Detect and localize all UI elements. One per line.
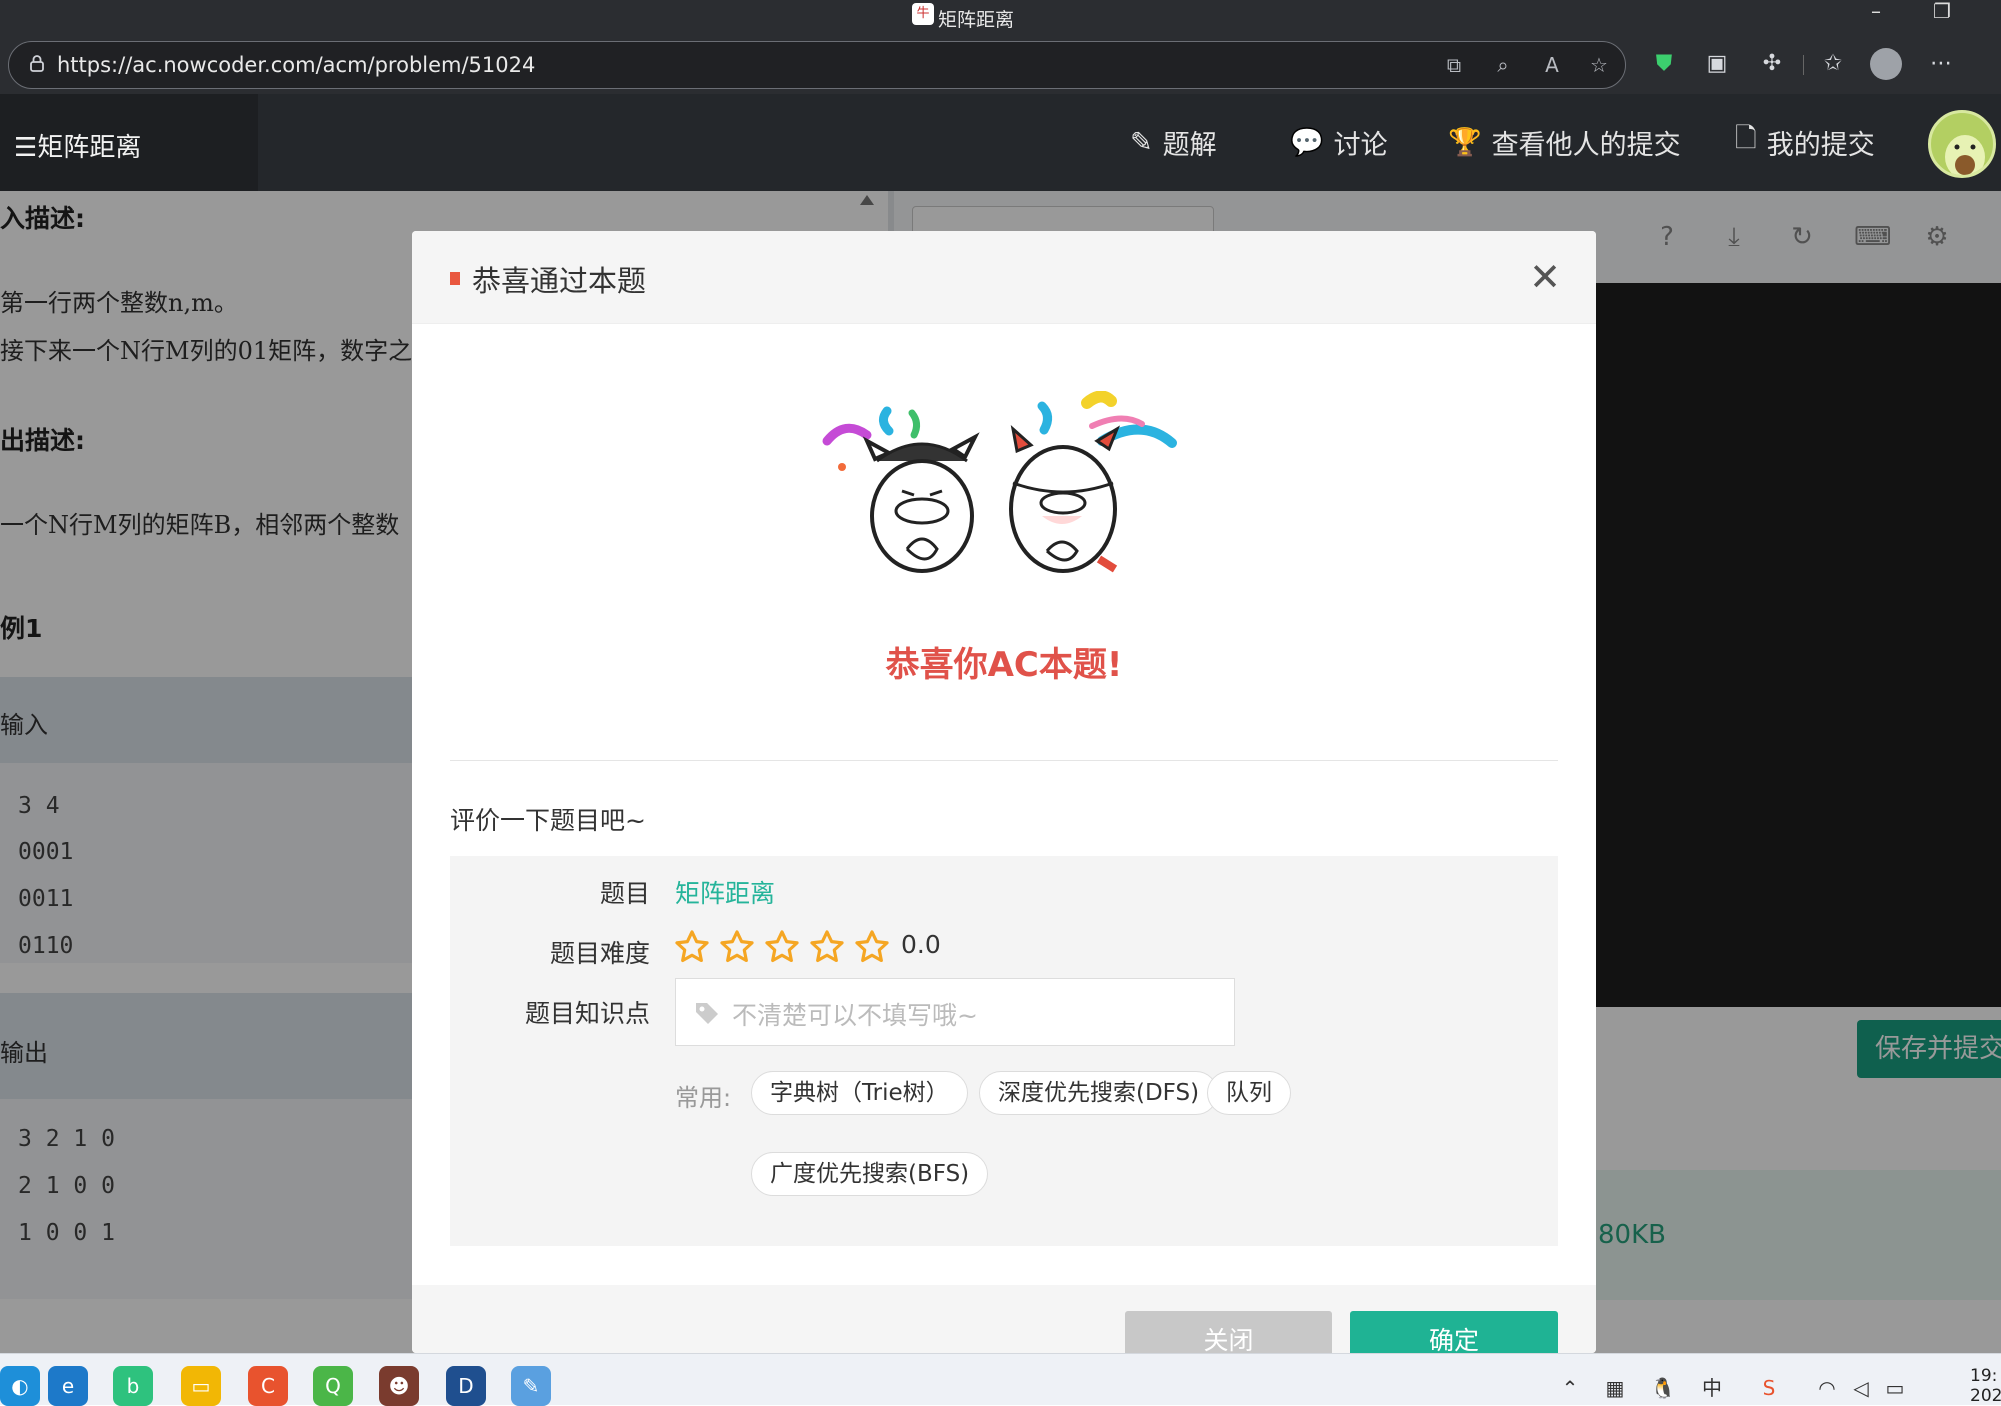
wifi-icon[interactable]: ◠ bbox=[1812, 1373, 1842, 1403]
extensions-icon[interactable]: ✣ bbox=[1757, 48, 1787, 80]
zoom-icon[interactable]: ⌕ bbox=[1490, 52, 1516, 78]
trophy-icon: 🏆 bbox=[1448, 127, 1482, 158]
antivirus-icon[interactable]: S bbox=[1754, 1373, 1784, 1403]
tag-icon bbox=[696, 1003, 718, 1024]
problem-menu-title[interactable]: ☰矩阵距离 bbox=[14, 127, 141, 164]
paint-app-icon[interactable]: ✎ bbox=[511, 1366, 551, 1406]
nav-others-submissions-label: 查看他人的提交 bbox=[1491, 129, 1681, 161]
shield-extension-icon[interactable]: ⛊ bbox=[1649, 48, 1679, 80]
rate-heading: 评价一下题目吧~ bbox=[450, 806, 646, 835]
tag-trie[interactable]: 字典树（Trie树） bbox=[751, 1071, 968, 1115]
difficulty-field-label: 题目难度 bbox=[549, 939, 650, 968]
close-button[interactable]: 关闭 bbox=[1125, 1311, 1332, 1353]
tag-bfs[interactable]: 广度优先搜索(BFS) bbox=[751, 1152, 989, 1196]
list-menu-icon[interactable]: ☰ bbox=[14, 133, 37, 163]
toolbar-divider bbox=[1803, 55, 1804, 75]
app-icon[interactable]: ◐ bbox=[0, 1366, 40, 1406]
modal-header: 恭喜通过本题 ✕ bbox=[412, 231, 1596, 324]
difficulty-stars bbox=[673, 928, 891, 966]
tab-preview-icon[interactable]: ▣ bbox=[1702, 48, 1732, 80]
site-navbar bbox=[0, 94, 2001, 191]
browser-title-bar: 牛 矩阵距离 – ❐ bbox=[0, 0, 2001, 38]
dev-cpp-icon[interactable]: D bbox=[446, 1366, 486, 1406]
more-icon[interactable]: ⋯ bbox=[1926, 48, 1956, 80]
open-in-app-icon[interactable]: ⧉ bbox=[1441, 52, 1467, 78]
nav-solutions-label: 题解 bbox=[1162, 129, 1217, 161]
star-icon[interactable] bbox=[673, 928, 711, 966]
star-icon[interactable] bbox=[853, 928, 891, 966]
qq-icon[interactable]: 🐧 bbox=[1648, 1373, 1678, 1403]
minimize-icon[interactable]: – bbox=[1856, 0, 1896, 26]
clock-date: 2025/8/ bbox=[1970, 1386, 2001, 1406]
rating-form: 题目 矩阵距离 题目难度 0.0 题目知识点 不清楚可以不填写哦~ 常用: 字典… bbox=[450, 856, 1558, 1246]
knowledge-input-placeholder: 不清楚可以不填写哦~ bbox=[732, 1001, 978, 1030]
edge-browser-icon[interactable]: e bbox=[48, 1366, 88, 1406]
difficulty-score: 0.0 bbox=[901, 930, 941, 959]
tray-app-icon[interactable]: ▦ bbox=[1600, 1373, 1630, 1403]
modal-divider bbox=[450, 760, 1558, 761]
user-avatar[interactable] bbox=[1928, 110, 1996, 178]
tag-dfs[interactable]: 深度优先搜索(DFS) bbox=[979, 1071, 1219, 1115]
site-favicon-icon: 牛 bbox=[912, 3, 934, 25]
lock-icon[interactable] bbox=[29, 54, 45, 72]
knowledge-input[interactable]: 不清楚可以不填写哦~ bbox=[675, 978, 1235, 1046]
problem-title-text[interactable]: 矩阵距离 bbox=[37, 133, 141, 163]
read-aloud-icon[interactable]: A bbox=[1539, 52, 1565, 78]
document-icon: 🗋 bbox=[1735, 123, 1757, 154]
close-icon[interactable]: ✕ bbox=[1525, 257, 1565, 297]
file-explorer-icon[interactable]: ▭ bbox=[181, 1366, 221, 1406]
tray-chevron-up-icon[interactable]: ⌃ bbox=[1555, 1373, 1585, 1403]
nav-solutions[interactable]: ✎ 题解 bbox=[1130, 122, 1217, 162]
favorite-star-icon[interactable]: ☆ bbox=[1586, 52, 1612, 78]
nav-my-submissions[interactable]: 🗋 我的提交 bbox=[1735, 122, 1875, 162]
profile-icon[interactable] bbox=[1870, 48, 1902, 80]
knowledge-field-label: 题目知识点 bbox=[524, 999, 650, 1028]
taskbar-clock[interactable]: 19: 2025/8/ bbox=[1970, 1366, 2001, 1406]
ime-indicator[interactable]: 中 bbox=[1697, 1373, 1727, 1403]
battery-icon[interactable]: ▭ bbox=[1880, 1373, 1910, 1403]
game-app-icon[interactable]: ☻ bbox=[379, 1366, 419, 1406]
success-modal: 恭喜通过本题 ✕ 恭喜你AC本题! 评价一下题目吧~ 题目 矩阵距离 题目难度 … bbox=[412, 231, 1596, 1353]
nav-others-submissions[interactable]: 🏆 查看他人的提交 bbox=[1448, 122, 1681, 162]
bit-app-icon[interactable]: b bbox=[113, 1366, 153, 1406]
c-app-icon[interactable]: C bbox=[248, 1366, 288, 1406]
clock-time: 19: bbox=[1970, 1366, 1998, 1386]
volume-icon[interactable]: ◁ bbox=[1846, 1373, 1876, 1403]
star-icon[interactable] bbox=[718, 928, 756, 966]
edit-icon: ✎ bbox=[1130, 126, 1153, 158]
nav-discussion[interactable]: 💬 讨论 bbox=[1290, 122, 1388, 162]
confirm-button[interactable]: 确定 bbox=[1350, 1311, 1558, 1353]
nav-discussion-label: 讨论 bbox=[1333, 129, 1388, 161]
nav-my-submissions-label: 我的提交 bbox=[1766, 129, 1875, 161]
url-text[interactable]: https://ac.nowcoder.com/acm/problem/5102… bbox=[57, 53, 535, 77]
problem-field-label: 题目 bbox=[599, 879, 650, 908]
star-icon[interactable] bbox=[763, 928, 801, 966]
star-icon[interactable] bbox=[808, 928, 846, 966]
search-app-icon[interactable]: Q bbox=[313, 1366, 353, 1406]
comment-icon: 💬 bbox=[1290, 127, 1324, 158]
address-bar[interactable]: https://ac.nowcoder.com/acm/problem/5102… bbox=[8, 41, 1626, 89]
modal-title: 恭喜通过本题 bbox=[472, 264, 647, 298]
favorites-icon[interactable]: ✩ bbox=[1818, 48, 1848, 80]
celebration-cows-image bbox=[822, 391, 1177, 573]
window-title: 矩阵距离 bbox=[938, 9, 1015, 31]
problem-link[interactable]: 矩阵距离 bbox=[675, 874, 775, 910]
congrats-text: 恭喜你AC本题! bbox=[885, 645, 1123, 685]
common-tags-label: 常用: bbox=[675, 1084, 732, 1112]
tag-queue[interactable]: 队列 bbox=[1207, 1071, 1291, 1115]
title-marker bbox=[450, 272, 460, 285]
restore-icon[interactable]: ❐ bbox=[1922, 0, 1962, 26]
